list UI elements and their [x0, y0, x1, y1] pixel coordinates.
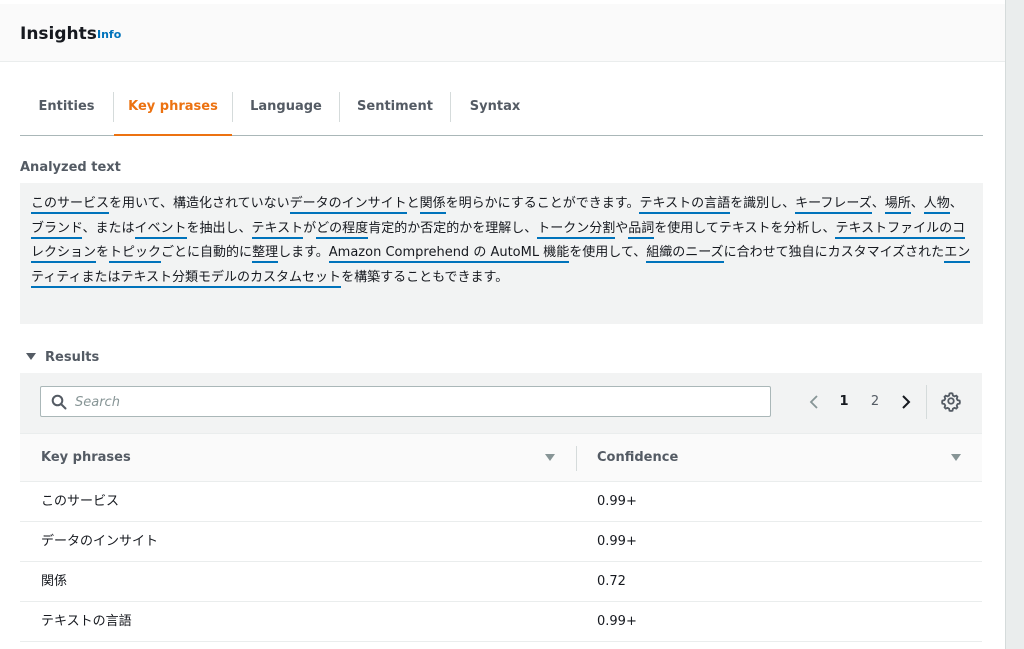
- text-segment: 、: [871, 196, 885, 211]
- key-phrase-cell: このサービス: [41, 494, 120, 509]
- tab-language[interactable]: Language: [233, 80, 339, 136]
- key-phrase-highlight: 人物: [923, 196, 950, 214]
- text-segment: を使用してテキストを分析し、: [654, 220, 836, 236]
- text-segment: を識別し、: [730, 196, 796, 211]
- text-segment: 、: [910, 196, 924, 211]
- info-link[interactable]: Info: [97, 28, 121, 41]
- table-row: テキストの言語 0.99+: [20, 602, 982, 642]
- insights-panel: Insights Info Entities Key phrases Langu…: [0, 0, 1005, 649]
- prev-page-button[interactable]: [804, 388, 824, 416]
- key-phrase-highlight: データのインサイト: [289, 196, 407, 214]
- text-segment: 肯定的か否定的かを理解し、: [368, 220, 538, 236]
- confidence-cell: 0.99+: [597, 534, 637, 549]
- key-phrase-highlight: どの程度: [316, 220, 369, 239]
- text-segment: を用いて、構造化されていない: [109, 196, 290, 211]
- confidence-cell: 0.99+: [597, 494, 637, 509]
- table-toolbar: 1 2: [20, 373, 982, 433]
- table-header: Key phrases Confidence: [20, 433, 982, 482]
- search-box[interactable]: [40, 386, 771, 417]
- text-segment: 、または: [82, 220, 135, 236]
- column-divider[interactable]: [576, 446, 577, 471]
- text-segment: します。: [278, 245, 329, 260]
- scrollbar-track[interactable]: [1005, 0, 1024, 649]
- key-phrase-highlight: 場所: [884, 196, 911, 214]
- key-phrase-highlight: Amazon Comprehend の AutoML 機能: [328, 245, 570, 263]
- text-segment: を: [96, 245, 110, 260]
- sort-icon[interactable]: [545, 454, 555, 461]
- table-row: 関係 0.72: [20, 562, 982, 602]
- key-phrase-cell: 関係: [41, 574, 68, 589]
- key-phrase-highlight: このサービス: [31, 196, 110, 214]
- key-phrase-highlight: 品詞: [628, 220, 655, 239]
- analyzed-text-label: Analyzed text: [20, 160, 121, 175]
- toolbar-divider: [926, 385, 927, 419]
- page-title: Insights: [20, 24, 97, 44]
- page-2-button[interactable]: 2: [865, 388, 885, 416]
- text-segment: 、: [949, 196, 963, 211]
- key-phrase-highlight: トピック: [109, 245, 162, 263]
- next-page-button[interactable]: [896, 388, 916, 416]
- column-header-confidence[interactable]: Confidence: [597, 434, 982, 482]
- confidence-cell: 0.72: [597, 574, 626, 589]
- key-phrase-highlight: 組織のニーズ: [646, 245, 724, 263]
- text-segment: を抽出し、: [186, 220, 252, 236]
- results-toggle[interactable]: Results: [26, 350, 99, 365]
- panel-header: Insights Info: [0, 4, 1005, 62]
- analyzed-text: このサービスを用いて、構造化されていないデータのインサイトと関係を明らかにするこ…: [20, 183, 983, 324]
- key-phrase-highlight: 整理: [252, 245, 279, 263]
- key-phrase-highlight: テキスト: [251, 220, 304, 239]
- key-phrase-highlight: テキストの言語: [639, 196, 731, 214]
- gear-icon[interactable]: [940, 390, 962, 412]
- results-table: 1 2 Key phrases Confidence: [20, 373, 982, 649]
- text-segment: が: [303, 220, 317, 236]
- key-phrase-highlight: キーフレーズ: [795, 196, 872, 214]
- key-phrase-highlight: トークン分割: [537, 220, 616, 239]
- confidence-cell: 0.99+: [597, 614, 637, 629]
- text-segment: や: [615, 220, 629, 236]
- key-phrase-highlight: 関係: [419, 196, 446, 214]
- key-phrase-highlight: ブランド: [31, 220, 83, 239]
- chevron-right-icon: [902, 395, 911, 409]
- tab-entities[interactable]: Entities: [20, 80, 113, 136]
- text-segment: を明らかにすることができます。: [445, 196, 640, 211]
- key-phrase-cell: データのインサイト: [41, 534, 159, 549]
- table-row: データのインサイト 0.99+: [20, 522, 982, 562]
- text-segment: を構築することもできます。: [341, 269, 509, 285]
- sort-icon[interactable]: [951, 454, 961, 461]
- page-1-button[interactable]: 1: [834, 388, 854, 416]
- tab-syntax[interactable]: Syntax: [451, 80, 539, 136]
- key-phrase-cell: テキストの言語: [41, 614, 132, 629]
- text-segment: に合わせて独自にカスタマイズされた: [723, 245, 945, 260]
- chevron-left-icon: [809, 395, 818, 409]
- text-segment: を使用して、: [569, 245, 647, 260]
- text-segment: と: [406, 196, 420, 211]
- text-segment: ごとに自動的に: [161, 245, 253, 260]
- key-phrase-highlight: イベント: [134, 220, 187, 239]
- tab-key-phrases[interactable]: Key phrases: [114, 80, 232, 136]
- table-row: このサービス 0.99+: [20, 482, 982, 522]
- search-input[interactable]: [75, 391, 755, 413]
- column-header-key-phrases[interactable]: Key phrases: [41, 434, 561, 482]
- tab-sentiment[interactable]: Sentiment: [340, 80, 450, 136]
- tab-bar: Entities Key phrases Language Sentiment …: [20, 80, 983, 136]
- caret-down-icon: [26, 353, 36, 360]
- search-icon: [51, 394, 67, 410]
- results-label: Results: [45, 350, 100, 365]
